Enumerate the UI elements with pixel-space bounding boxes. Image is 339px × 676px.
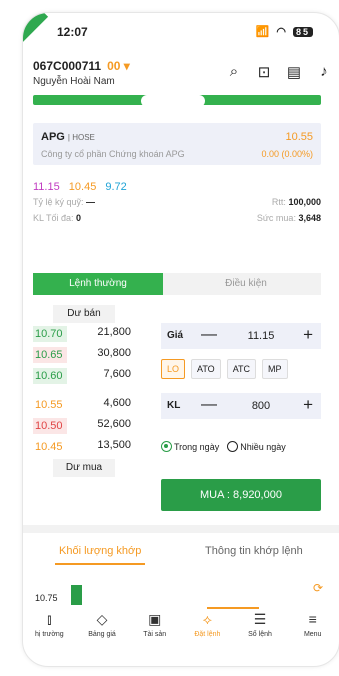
nav-assets[interactable]: ▣ Tài sản bbox=[128, 609, 181, 649]
signal-icon: 📶 bbox=[255, 26, 272, 38]
radio-icon bbox=[227, 441, 239, 452]
price-type-ato[interactable]: ATO bbox=[191, 359, 221, 379]
stock-change: 0.00 (0.00%) bbox=[261, 149, 313, 159]
ask-row[interactable]: 10.70 21,800 bbox=[33, 323, 131, 344]
wifi-icon: ◠ bbox=[276, 26, 288, 38]
status-time: 12:07 bbox=[57, 25, 88, 39]
ask-row[interactable]: 10.60 7,600 bbox=[33, 365, 131, 386]
sell-header: Dư bán bbox=[53, 305, 115, 323]
floor-price[interactable]: 9.72 bbox=[105, 181, 126, 193]
sub-account[interactable]: 00 ▾ bbox=[107, 59, 130, 73]
phone-frame: 12:07 📶 ◠ 85 067C000711 00 ▾ Nguyễn Hoài … bbox=[22, 12, 339, 667]
wallet-icon: ▣ bbox=[148, 611, 162, 627]
ceiling-price[interactable]: 11.15 bbox=[33, 181, 60, 193]
volume-bar bbox=[71, 585, 82, 605]
chart-icon: ⫾ bbox=[47, 611, 52, 627]
nav-market[interactable]: ⫾ hị trường bbox=[23, 609, 76, 649]
price-type-lo[interactable]: LO bbox=[161, 359, 186, 379]
stock-card[interactable]: APG | HOSE Công ty cổ phần Chứng khoán A… bbox=[33, 123, 321, 165]
status-bar: 12:07 📶 ◠ 85 bbox=[23, 23, 339, 41]
max-qty-value: 0 bbox=[76, 213, 82, 223]
menu-icon: ≡ bbox=[308, 611, 317, 627]
refresh-icon[interactable]: ⟳ bbox=[313, 581, 323, 595]
buy-button[interactable]: MUA : 8,920,000 bbox=[161, 479, 321, 511]
tag-icon: ◇ bbox=[96, 611, 108, 627]
margin-row: Tỷ lệ ký quỹ: — Rtt: 100,000 bbox=[33, 197, 321, 207]
price-label: Giá bbox=[167, 330, 184, 341]
account-id[interactable]: 067C000711 00 ▾ bbox=[33, 59, 130, 73]
volume-price-label: 10.75 bbox=[35, 593, 58, 603]
buying-power-value: 3,648 bbox=[298, 213, 321, 223]
status-icons: 📶 ◠ 85 bbox=[256, 25, 313, 38]
qty-input[interactable]: 800 bbox=[231, 400, 291, 412]
bid-row[interactable]: 10.55 4,600 bbox=[33, 394, 131, 415]
price-input[interactable]: 11.15 bbox=[231, 330, 291, 342]
order-side-tabs[interactable] bbox=[33, 95, 321, 107]
rtt-label: Rtt: bbox=[271, 197, 286, 207]
header-actions: ⌕ ⊡ ▤ ♪ bbox=[225, 63, 333, 81]
company-name: Công ty cổ phần Chứng khoán APG bbox=[41, 149, 185, 159]
valid-today-option[interactable]: Trong ngày bbox=[161, 441, 219, 452]
valid-multi-day-option[interactable]: Nhiều ngày bbox=[227, 441, 286, 452]
divider bbox=[23, 525, 339, 533]
bid-row[interactable]: 10.45 13,500 bbox=[33, 436, 131, 457]
rtt-value: 100,000 bbox=[288, 197, 321, 207]
active-side-segment[interactable] bbox=[141, 95, 205, 107]
stock-symbol: APG | HOSE bbox=[41, 131, 95, 143]
account-selector[interactable]: 067C000711 00 ▾ Nguyễn Hoài Nam bbox=[33, 59, 130, 87]
buying-power-label: Sức mua: bbox=[256, 213, 296, 223]
nav-place-order[interactable]: ⟡ Đặt lệnh bbox=[181, 609, 234, 649]
quantity-stepper: KL — 800 + bbox=[161, 393, 321, 419]
volume-chart: 10.75 bbox=[35, 585, 82, 605]
qty-plus-button[interactable]: + bbox=[303, 395, 313, 415]
max-qty-label: KL Tối đa: bbox=[33, 213, 74, 223]
order-icon: ⟡ bbox=[202, 611, 212, 627]
margin-value: — bbox=[86, 197, 96, 207]
price-type-options: LO ATO ATC MP bbox=[161, 359, 288, 379]
tab-normal-order[interactable]: Lệnh thường bbox=[33, 273, 163, 295]
bell-icon[interactable]: ♪ bbox=[315, 63, 333, 81]
list-icon: ☰ bbox=[253, 611, 267, 627]
qty-minus-button[interactable]: — bbox=[201, 396, 217, 414]
nav-order-book[interactable]: ☰ Sổ lệnh bbox=[234, 609, 287, 649]
reference-prices: 11.15 10.45 9.72 bbox=[33, 181, 133, 193]
order-type-tabs: Lệnh thường Điều kiện bbox=[33, 273, 321, 295]
price-stepper: Giá — 11.15 + bbox=[161, 323, 321, 349]
radio-icon bbox=[161, 441, 172, 452]
qty-label: KL bbox=[167, 400, 181, 411]
tab-match-info[interactable]: Thông tin khớp lệnh bbox=[205, 545, 303, 557]
wallet-icon[interactable]: ▤ bbox=[285, 63, 303, 81]
limit-row: KL Tối đa: 0 Sức mua: 3,648 bbox=[33, 213, 321, 223]
price-type-atc[interactable]: ATC bbox=[226, 359, 257, 379]
tab-matched-volume[interactable]: Khối lượng khớp bbox=[54, 545, 146, 565]
stock-exchange: | HOSE bbox=[67, 133, 95, 142]
price-minus-button[interactable]: — bbox=[201, 326, 217, 344]
ref-price[interactable]: 10.45 bbox=[69, 181, 97, 193]
lock-icon[interactable]: ⊡ bbox=[255, 63, 273, 81]
margin-label: Tỷ lệ ký quỹ: bbox=[33, 197, 84, 207]
search-icon[interactable]: ⌕ bbox=[225, 63, 243, 81]
bid-row[interactable]: 10.50 52,600 bbox=[33, 415, 131, 436]
ask-row[interactable]: 10.65 30,800 bbox=[33, 344, 131, 365]
tab-conditional-order[interactable]: Điều kiện bbox=[171, 273, 321, 295]
bottom-nav: ⫾ hị trường ◇ Bảng giá ▣ Tài sản ⟡ Đặt lệnh … bbox=[23, 609, 339, 649]
price-plus-button[interactable]: + bbox=[303, 325, 313, 345]
order-book: Dư bán 10.70 21,800 10.65 30,800 10.60 7,60… bbox=[33, 305, 131, 477]
battery-icon: 85 bbox=[292, 27, 313, 37]
price-type-mp[interactable]: MP bbox=[262, 359, 288, 379]
buy-footer: Dư mua bbox=[53, 459, 115, 477]
order-validity: Trong ngày Nhiều ngày bbox=[161, 441, 286, 452]
nav-menu[interactable]: ≡ Menu bbox=[286, 609, 339, 649]
account-name: Nguyễn Hoài Nam bbox=[33, 76, 115, 87]
nav-price-board[interactable]: ◇ Bảng giá bbox=[76, 609, 129, 649]
stock-price: 10.55 bbox=[285, 131, 313, 143]
